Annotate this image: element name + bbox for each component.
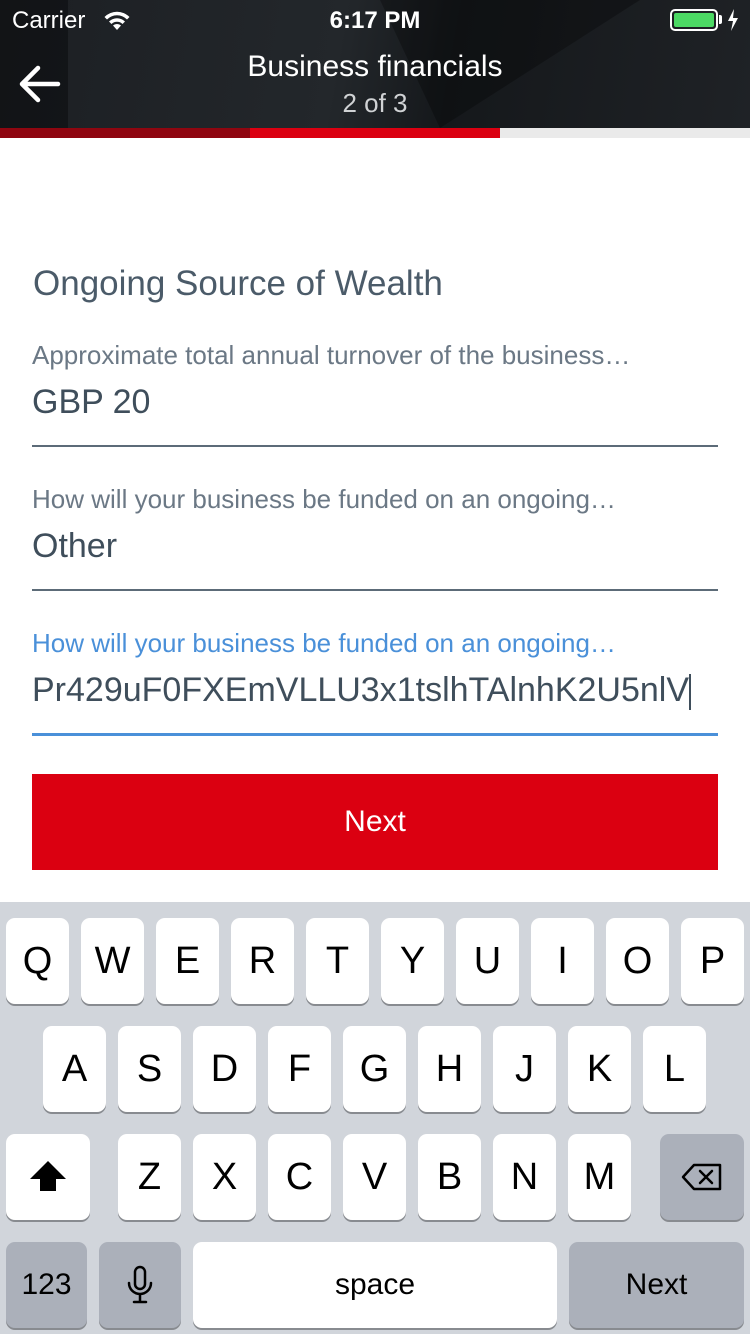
backspace-icon [681,1163,722,1191]
key-e[interactable]: E [156,918,219,1004]
key-t[interactable]: T [306,918,369,1004]
field-underline [32,445,718,447]
status-time: 6:17 PM [329,7,421,34]
key-q[interactable]: Q [6,918,69,1004]
key-w[interactable]: W [81,918,144,1004]
key-p[interactable]: P [681,918,744,1004]
key-r[interactable]: R [231,918,294,1004]
numbers-key[interactable]: 123 [6,1242,87,1328]
field-label: How will your business be funded on an o… [32,628,616,658]
field-label: How will your business be funded on an o… [32,484,616,514]
key-u[interactable]: U [456,918,519,1004]
delete-key[interactable] [660,1134,744,1220]
microphone-icon [127,1265,153,1304]
turnover-field[interactable]: Approximate total annual turnover of the… [32,340,718,448]
key-i[interactable]: I [531,918,594,1004]
field-value: Pr429uF0FXEmVLLU3x1tslhTAlnhK2U5nlV [32,671,718,711]
text-caret [689,674,692,711]
progress-bar [0,128,750,138]
navigation-header: Carrier 6:17 PM Business financials 2 of… [0,0,750,128]
key-h[interactable]: H [418,1026,481,1112]
shift-icon [30,1161,66,1191]
key-f[interactable]: F [268,1026,331,1112]
shift-key[interactable] [6,1134,90,1220]
key-m[interactable]: M [568,1134,631,1220]
section-title: Ongoing Source of Wealth [33,264,443,303]
return-next-key[interactable]: Next [569,1242,744,1328]
funding-details-input[interactable]: How will your business be funded on an o… [32,628,718,738]
dictation-key[interactable] [99,1242,181,1328]
funding-source-field[interactable]: How will your business be funded on an o… [32,484,718,592]
step-indicator: 2 of 3 [342,88,408,118]
key-b[interactable]: B [418,1134,481,1220]
key-d[interactable]: D [193,1026,256,1112]
key-o[interactable]: O [606,918,669,1004]
key-k[interactable]: K [568,1026,631,1112]
charging-bolt-icon [728,9,738,31]
field-value: GBP 20 [32,383,151,421]
key-v[interactable]: V [343,1134,406,1220]
space-key[interactable]: space [193,1242,557,1328]
key-g[interactable]: G [343,1026,406,1112]
field-text: Pr429uF0FXEmVLLU3x1tslhTAlnhK2U5nlV [32,671,690,709]
key-x[interactable]: X [193,1134,256,1220]
next-button[interactable]: Next [32,774,718,870]
page-title: Business financials [247,50,503,83]
key-n[interactable]: N [493,1134,556,1220]
key-c[interactable]: C [268,1134,331,1220]
progress-step-current [250,128,500,138]
progress-step-done [0,128,250,138]
status-bar: Carrier 6:17 PM [0,0,750,40]
keyboard: Q W E R T Y U I O P A S D F G H J K L Z … [0,902,750,1334]
battery-icon [670,9,718,31]
field-underline [32,733,718,736]
field-label: Approximate total annual turnover of the… [32,340,631,370]
key-a[interactable]: A [43,1026,106,1112]
field-value: Other [32,527,118,565]
key-j[interactable]: J [493,1026,556,1112]
field-underline [32,589,718,591]
key-l[interactable]: L [643,1026,706,1112]
battery-tip [719,15,722,24]
key-y[interactable]: Y [381,918,444,1004]
key-s[interactable]: S [118,1026,181,1112]
key-z[interactable]: Z [118,1134,181,1220]
